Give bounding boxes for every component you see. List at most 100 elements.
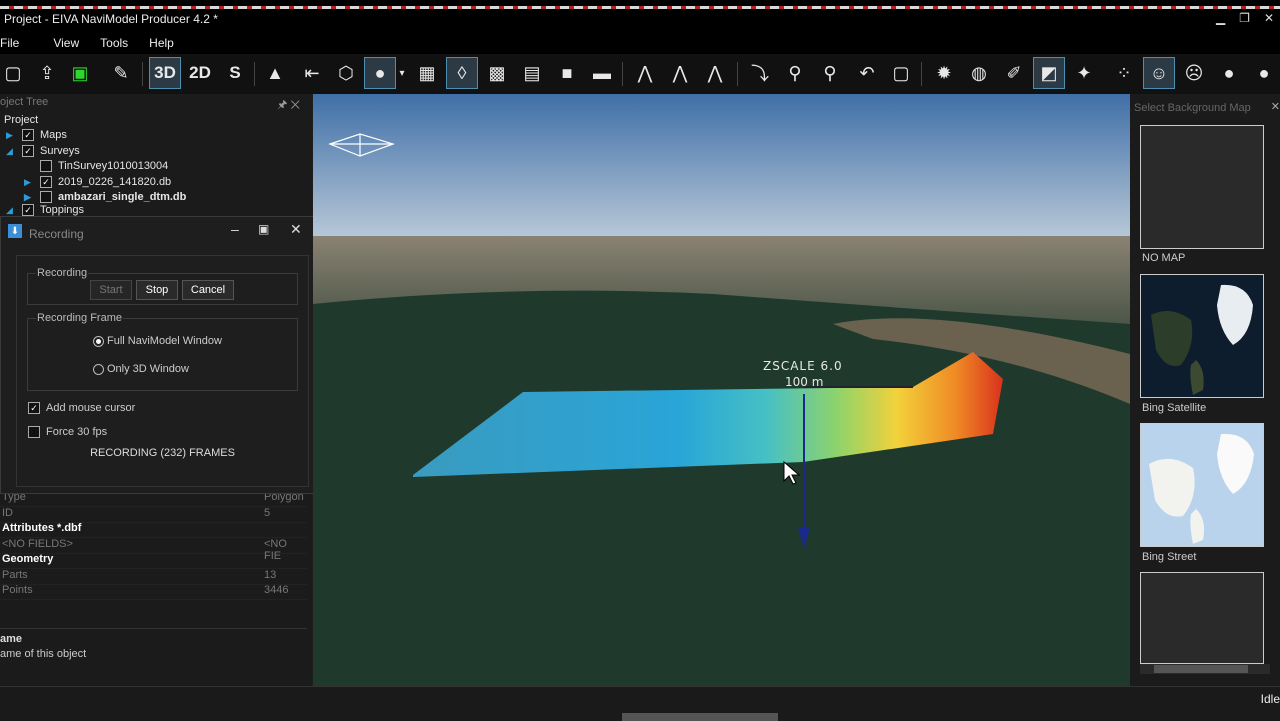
checkbox-icon[interactable]: ✓ (40, 176, 52, 188)
map-scroll-thumb[interactable] (1154, 665, 1248, 673)
undo-icon[interactable]: ↶ (852, 58, 882, 88)
cube-icon[interactable]: ⬡ (331, 58, 361, 88)
menu-file[interactable]: File (0, 34, 19, 54)
tree-item-toppings[interactable]: ◢ ✓ Toppings (6, 204, 84, 216)
face-icon[interactable]: ☹ (1179, 58, 1209, 88)
maximize-icon[interactable]: ▣ (258, 222, 269, 236)
brush-icon[interactable]: ✐ (999, 58, 1029, 88)
sky (313, 94, 1130, 239)
pin-search-icon[interactable]: ⚲ (815, 58, 845, 88)
collapse-icon[interactable]: ◢ (6, 146, 16, 157)
layers-icon[interactable]: ● (364, 57, 396, 89)
collapse-icon[interactable]: ◢ (6, 205, 16, 216)
3d-scene (313, 94, 1130, 686)
remove-point-icon[interactable]: ● (1249, 58, 1279, 88)
profile2-icon[interactable]: ⋀ (665, 58, 695, 88)
dialog-titlebar[interactable]: ⬇ Recording – ▣ ✕ (1, 217, 322, 243)
scale-label: 100 m (785, 375, 824, 389)
stop-button[interactable]: Stop (136, 280, 178, 300)
points-icon[interactable]: ⁘ (1109, 58, 1139, 88)
map-thumb-no-map[interactable] (1140, 125, 1264, 249)
recording-group-label: Recording (36, 267, 89, 279)
texture-icon[interactable]: ◩ (1033, 57, 1065, 89)
add-point-icon[interactable]: ● (1214, 58, 1244, 88)
checkbox-icon (28, 426, 40, 438)
expand-icon[interactable]: ▶ (24, 177, 34, 188)
radio-3d-window[interactable]: Only 3D Window (93, 363, 189, 375)
close-icon[interactable]: ✕ (1264, 11, 1274, 25)
frame-icon[interactable]: ▢ (886, 58, 916, 88)
grid-icon[interactable]: ▦ (412, 58, 442, 88)
view-3d-button[interactable]: 3D (149, 57, 181, 89)
3d-view[interactable]: ZSCALE 6.0 100 m (313, 94, 1130, 686)
satellite-map-image (1151, 284, 1253, 395)
sun-icon[interactable]: ✹ (929, 58, 959, 88)
chart-icon[interactable]: ▤ (517, 58, 547, 88)
chevron-down-icon[interactable]: ▾ (395, 58, 409, 88)
tree-item-db1[interactable]: ▶ ✓ 2019_0226_141820.db (24, 174, 171, 190)
project-tree-title: oject Tree (0, 96, 49, 108)
cancel-button[interactable]: Cancel (182, 280, 234, 300)
view-2d-button[interactable]: 2D (185, 58, 215, 88)
map-thumb-bing-satellite[interactable] (1140, 274, 1264, 398)
expand-icon[interactable]: ▶ (6, 130, 16, 141)
status-bar: Idle (0, 686, 1280, 721)
menu-help[interactable]: Help (149, 34, 174, 54)
panel-pin-close[interactable]: 🖈 ✕ (277, 96, 300, 115)
map-outline-icon[interactable]: ◊ (446, 57, 478, 89)
checkbox-icon[interactable] (40, 191, 52, 203)
tree-item-tinsurvey[interactable]: TinSurvey1010013004 (40, 158, 168, 174)
palette-icon[interactable]: ◍ (964, 58, 994, 88)
map-scrollbar[interactable] (1140, 664, 1270, 674)
prop-geometry-header: Geometry (0, 552, 307, 569)
tree-item-ambazari[interactable]: ▶ ambazari_single_dtm.db (24, 189, 186, 205)
zscale-label: ZSCALE 6.0 (763, 359, 843, 373)
minimize-icon[interactable]: ▁ (1216, 11, 1225, 25)
open-folder-icon[interactable]: ⇪ (32, 58, 62, 88)
start-button[interactable]: Start (90, 280, 132, 300)
menu-tools[interactable]: Tools (100, 34, 128, 54)
grid-fine-icon[interactable]: ▩ (482, 58, 512, 88)
new-file-icon[interactable]: ▢ (0, 58, 28, 88)
add-mouse-cursor-checkbox[interactable]: ✓ Add mouse cursor (28, 402, 135, 414)
profile3-icon[interactable]: ⋀ (700, 58, 730, 88)
minimize-icon[interactable]: – (231, 221, 239, 237)
recording-frame-group: Recording Frame Full NaviModel Window On… (27, 312, 298, 391)
tree-item-surveys[interactable]: ◢ ✓ Surveys (6, 143, 80, 159)
ruler-icon[interactable]: ▬ (587, 58, 617, 88)
map-thumb-bing-street[interactable] (1140, 423, 1264, 547)
tree-item-project[interactable]: Project (4, 112, 38, 128)
prop-points: Points 3446 (0, 583, 307, 600)
recording-dialog: ⬇ Recording – ▣ ✕ Recording Start Stop C… (0, 216, 323, 494)
plugin-icon[interactable]: ✎ (106, 58, 136, 88)
title-bar: Project - EIVA NaviModel Producer 4.2 * … (0, 0, 1280, 34)
recording-frame-label: Recording Frame (36, 312, 123, 324)
radio-selected-icon (93, 335, 104, 347)
pointer-icon[interactable]: ✦ (1069, 58, 1099, 88)
checkbox-icon[interactable] (40, 160, 52, 172)
radio-full-window[interactable]: Full NaviModel Window (93, 335, 222, 347)
import-icon[interactable]: ⇤ (297, 58, 327, 88)
profile-icon[interactable]: ⋀ (630, 58, 660, 88)
status-text: Idle (1260, 692, 1280, 706)
smile-icon[interactable]: ☺ (1143, 57, 1175, 89)
expand-icon[interactable]: ▶ (24, 192, 34, 203)
view-s-button[interactable]: S (220, 58, 250, 88)
recording-group: Recording Start Stop Cancel (27, 267, 298, 305)
checkbox-icon[interactable]: ✓ (22, 145, 34, 157)
checkbox-icon[interactable]: ✓ (22, 204, 34, 216)
north-arrow-icon[interactable]: ▲ (260, 58, 290, 88)
menu-view[interactable]: View (53, 34, 79, 54)
maximize-icon[interactable]: ❐ (1239, 11, 1250, 25)
force-30fps-checkbox[interactable]: Force 30 fps (28, 426, 107, 438)
route-icon[interactable]: ⤵ (745, 58, 775, 88)
tree-item-maps[interactable]: ▶ ✓ Maps (6, 127, 67, 143)
pin-icon[interactable]: ⚲ (780, 58, 810, 88)
save-icon[interactable]: ▣ (65, 58, 95, 88)
close-icon[interactable]: ✕ (1271, 100, 1280, 113)
prop-attributes-header: Attributes *.dbf (0, 521, 307, 538)
checkbox-icon[interactable]: ✓ (22, 129, 34, 141)
camera-icon[interactable]: ■ (552, 58, 582, 88)
map-thumb-extra[interactable] (1140, 572, 1264, 664)
close-icon[interactable]: ✕ (290, 221, 302, 238)
